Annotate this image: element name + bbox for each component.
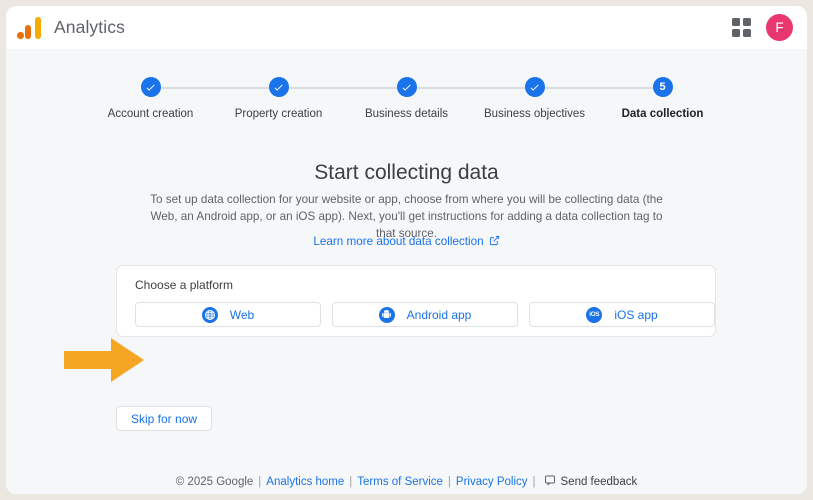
send-feedback-label: Send feedback [560,475,638,488]
step-label: Business objectives [484,108,585,120]
learn-more-label: Learn more about data collection [313,235,484,248]
step-label: Data collection [621,108,704,120]
footer-separator: | [349,475,353,488]
analytics-logo [17,16,41,39]
platform-label: Android app [406,307,472,322]
platform-option-ios[interactable]: iOS iOS app [529,302,715,327]
orange-arrow-pointer [64,338,144,382]
skip-for-now-button[interactable]: Skip for now [116,406,213,431]
platform-options: Web Android app iOS iOS app [135,302,715,327]
brand[interactable]: Analytics [17,16,125,39]
feedback-icon [544,474,556,489]
external-link-icon [489,235,500,249]
step-marker-check [268,77,289,97]
setup-stepper: Account creation Property creation Busin… [6,77,807,120]
step-label: Account creation [107,108,194,120]
platform-label: Web [229,307,255,322]
learn-more-row: Learn more about data collection [6,232,807,250]
platform-label: iOS app [614,307,658,322]
page-title: Start collecting data [314,161,499,184]
apps-grid-icon[interactable] [732,17,752,38]
step-connector [544,87,653,89]
step-marker-number: 5 [652,77,673,97]
footer-separator: | [532,475,536,488]
platform-option-web[interactable]: Web [135,302,321,327]
android-icon [378,306,395,323]
step-business-objectives[interactable]: Business objectives [471,77,653,120]
globe-icon [201,306,218,323]
step-label: Business details [364,108,449,120]
footer-link-analytics-home[interactable]: Analytics home [266,476,344,488]
app-title: Analytics [54,17,125,37]
top-app-bar: Analytics F [6,6,807,49]
step-business-details[interactable]: Business details [343,77,525,120]
step-connector [416,87,525,89]
ios-icon: iOS [586,306,603,323]
step-connector [160,87,269,89]
avatar[interactable]: F [766,14,793,41]
card-title: Choose a platform [135,278,234,292]
footer: © 2025 Google | Analytics home | Terms o… [6,474,807,489]
skip-label: Skip for now [131,411,198,426]
topbar-actions: F [732,14,793,41]
step-marker-check [524,77,545,97]
page-content: Account creation Property creation Busin… [6,49,807,494]
learn-more-link[interactable]: Learn more about data collection [313,235,499,249]
step-data-collection[interactable]: 5 Data collection [599,77,727,120]
step-marker-check [396,77,417,97]
app-window: Analytics F Account creation Property cr… [6,6,807,494]
footer-separator: | [258,475,262,488]
step-marker-check [140,77,161,97]
step-connector [288,87,397,89]
footer-link-privacy-policy[interactable]: Privacy Policy [456,476,528,488]
step-property-creation[interactable]: Property creation [215,77,397,120]
send-feedback-button[interactable]: Send feedback [544,474,638,489]
platform-option-android[interactable]: Android app [332,302,518,327]
footer-separator: | [447,475,451,488]
choose-platform-card: Choose a platform Web Android app iOS iO… [116,265,716,337]
step-label: Property creation [234,108,323,120]
footer-link-terms-of-service[interactable]: Terms of Service [357,476,443,488]
step-account-creation[interactable]: Account creation [87,77,269,120]
copyright: © 2025 Google [175,475,254,488]
